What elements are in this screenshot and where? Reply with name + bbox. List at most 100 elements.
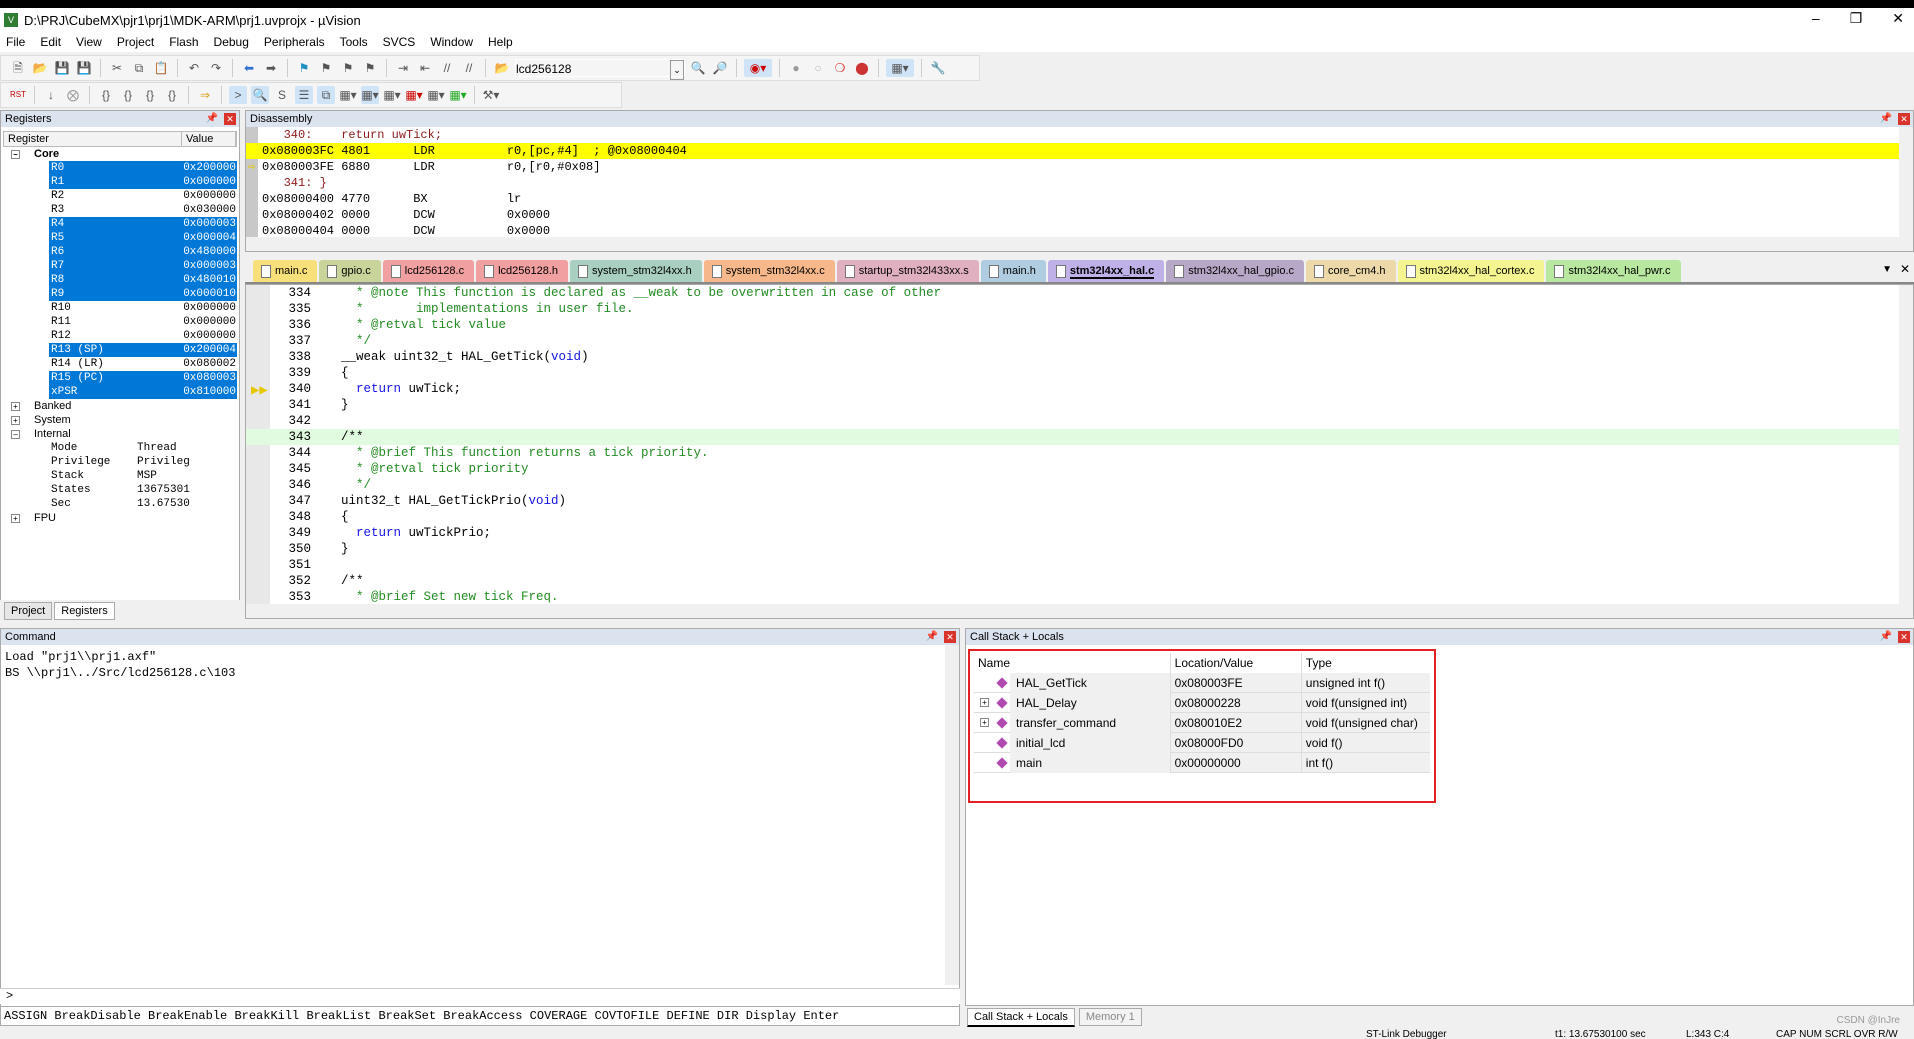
expand-icon[interactable]: + — [11, 401, 20, 411]
code-line[interactable]: 344 * @brief This function returns a tic… — [246, 445, 1913, 461]
register-row[interactable]: R4 0x000003 — [1, 217, 239, 231]
group-system[interactable]: + System — [1, 413, 239, 427]
internal-row[interactable]: Mode Thread — [1, 441, 239, 455]
stop-icon[interactable]: ⨂ — [64, 86, 82, 104]
tab-startup-stm32l433xx-s[interactable]: startup_stm32l433xx.s — [836, 260, 979, 282]
menu-project[interactable]: Project — [117, 35, 154, 49]
insert-breakpoint-icon[interactable]: ● — [787, 59, 805, 77]
tab-callstack-locals[interactable]: Call Stack + Locals — [967, 1007, 1075, 1027]
call-stack-window-icon[interactable]: ⧉ — [317, 86, 335, 104]
register-row[interactable]: R9 0x000010 — [1, 287, 239, 301]
expand-icon[interactable]: + — [11, 415, 20, 425]
new-file-icon[interactable]: 🗎 — [9, 59, 27, 77]
serial-windows-icon[interactable]: ▦▾ — [383, 86, 401, 104]
nav-forward-icon[interactable]: ➡ — [262, 59, 280, 77]
editor-vscrollbar[interactable] — [1899, 285, 1913, 605]
code-line[interactable]: 350} — [246, 541, 1913, 557]
step-out-icon[interactable]: {} — [141, 86, 159, 104]
register-row[interactable]: R12 0x000000 — [1, 329, 239, 343]
find-in-files-icon[interactable]: 📂 — [493, 59, 511, 77]
expand-icon[interactable]: + — [11, 513, 20, 523]
code-line[interactable]: 349 return uwTickPrio; — [246, 525, 1913, 541]
code-line[interactable]: 337 */ — [246, 333, 1913, 349]
toolbox-icon[interactable]: ⚒▾ — [482, 86, 500, 104]
disassembly-window-icon[interactable]: 🔍 — [251, 86, 269, 104]
internal-row[interactable]: Sec 13.67530 — [1, 497, 239, 511]
menu-window[interactable]: Window — [430, 35, 473, 49]
code-line[interactable]: 345 * @retval tick priority — [246, 461, 1913, 477]
tab-list-icon[interactable]: ▼ — [1882, 264, 1892, 275]
close-icon[interactable]: ✕ — [1898, 113, 1910, 125]
debug-session-icon[interactable]: ◉▾ — [744, 59, 772, 77]
menu-file[interactable]: File — [6, 35, 25, 49]
menu-debug[interactable]: Debug — [214, 35, 249, 49]
disassembly-line[interactable]: 0x08000400 4770 BX lr — [246, 191, 1913, 207]
redo-icon[interactable]: ↷ — [207, 59, 225, 77]
find-icon[interactable]: 🔍 — [689, 59, 707, 77]
code-editor[interactable]: ▶▶ 334 * @note This function is declared… — [245, 284, 1914, 619]
tab-lcd256128-h[interactable]: lcd256128.h — [476, 260, 569, 282]
menu-svcs[interactable]: SVCS — [383, 35, 416, 49]
tab-stm32l4xx-hal-c[interactable]: stm32l4xx_hal.c — [1047, 260, 1165, 282]
expand-icon[interactable]: + — [980, 718, 989, 727]
column-register[interactable]: Register — [4, 132, 182, 146]
kill-breakpoints-icon[interactable]: ⬤ — [853, 59, 871, 77]
internal-row[interactable]: States 13675301 — [1, 483, 239, 497]
register-row[interactable]: R7 0x000003 — [1, 259, 239, 273]
code-line[interactable]: 336 * @retval tick value — [246, 317, 1913, 333]
disable-breakpoints-icon[interactable]: ❍ — [831, 59, 849, 77]
command-input[interactable]: > — [0, 988, 960, 1004]
disassembly-hscrollbar[interactable] — [246, 237, 1913, 251]
collapse-icon[interactable]: – — [11, 429, 20, 439]
code-line[interactable]: 338 __weak uint32_t HAL_GetTick(void) — [246, 349, 1913, 365]
disassembly-line[interactable]: 0x080003FE 6880 LDR r0,[r0,#0x08] ⇨ — [246, 159, 1913, 175]
register-row[interactable]: R14 (LR) 0x080002 — [1, 357, 239, 371]
disassembly-line[interactable]: 0x08000402 0000 DCW 0x0000 — [246, 207, 1913, 223]
code-line[interactable]: 353 * @brief Set new tick Freq. — [246, 589, 1913, 605]
watch-windows-icon[interactable]: ▦▾ — [339, 86, 357, 104]
save-icon[interactable]: 💾 — [53, 59, 71, 77]
collapse-icon[interactable]: – — [11, 149, 20, 159]
register-row[interactable]: R2 0x000000 — [1, 189, 239, 203]
save-all-icon[interactable]: 💾 — [75, 59, 93, 77]
configure-icon[interactable]: 🔧 — [929, 59, 947, 77]
disassembly-line[interactable]: 0x08000404 0000 DCW 0x0000 — [246, 223, 1913, 237]
restore-button[interactable]: ❐ — [1850, 10, 1863, 27]
column-type[interactable]: Type — [1300, 653, 1430, 673]
editor-hscrollbar[interactable] — [246, 604, 1913, 618]
code-line[interactable]: 352 /** — [246, 573, 1913, 589]
tab-system-stm32l4xx-c[interactable]: system_stm32l4xx.c — [703, 260, 835, 282]
show-next-statement-icon[interactable]: ⇒ — [196, 86, 214, 104]
reset-icon[interactable]: RST — [9, 86, 27, 104]
code-line[interactable]: 341} — [246, 397, 1913, 413]
tab-main-h[interactable]: main.h — [980, 260, 1046, 282]
nav-back-icon[interactable]: ⬅ — [240, 59, 258, 77]
undo-icon[interactable]: ↶ — [185, 59, 203, 77]
register-row[interactable]: R11 0x000000 — [1, 315, 239, 329]
paste-icon[interactable]: 📋 — [152, 59, 170, 77]
command-vscrollbar[interactable] — [945, 645, 959, 985]
system-viewer-icon[interactable]: ▦▾ — [449, 86, 467, 104]
open-icon[interactable]: 📂 — [31, 59, 49, 77]
tab-memory-1[interactable]: Memory 1 — [1078, 1008, 1142, 1026]
register-row[interactable]: R6 0x480000 — [1, 245, 239, 259]
tab-registers[interactable]: Registers — [54, 602, 115, 620]
menu-help[interactable]: Help — [488, 35, 513, 49]
prev-bookmark-icon[interactable]: ⚑ — [317, 59, 335, 77]
code-line[interactable]: 342 — [246, 413, 1913, 429]
run-to-cursor-icon[interactable]: {} — [163, 86, 181, 104]
target-select[interactable]: lcd256128 ⌄ — [515, 59, 685, 80]
close-tab-icon[interactable]: ✕ — [1900, 262, 1910, 276]
clear-bookmarks-icon[interactable]: ⚑ — [361, 59, 379, 77]
bookmark-icon[interactable]: ⚑ — [295, 59, 313, 77]
tab-project[interactable]: Project — [4, 602, 53, 620]
register-row[interactable]: R15 (PC) 0x080003 — [1, 371, 239, 385]
code-line[interactable]: 347 uint32_t HAL_GetTickPrio(void) — [246, 493, 1913, 509]
column-name[interactable]: Name — [974, 653, 1170, 673]
comment-icon[interactable]: // — [438, 59, 456, 77]
code-line[interactable]: 348 { — [246, 509, 1913, 525]
copy-icon[interactable]: ⧉ — [130, 59, 148, 77]
minimize-button[interactable]: – — [1812, 10, 1820, 27]
pin-icon[interactable]: 📌 — [206, 113, 218, 125]
register-row[interactable]: R1 0x000000 — [1, 175, 239, 189]
